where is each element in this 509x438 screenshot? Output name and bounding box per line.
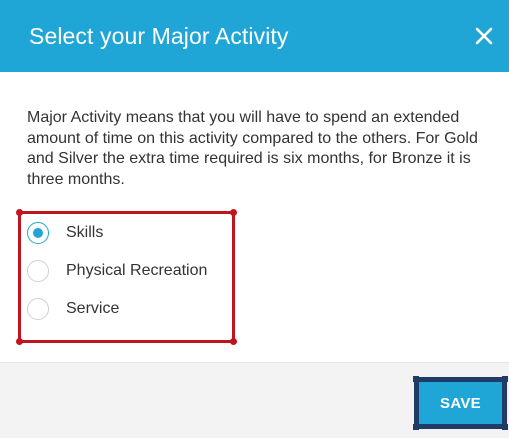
option-label: Physical Recreation <box>66 262 208 279</box>
dialog-description: Major Activity means that you will have … <box>27 109 478 188</box>
option-label: Skills <box>66 224 104 241</box>
selection-handle <box>230 209 237 216</box>
close-icon <box>475 27 493 45</box>
save-button[interactable]: SAVE <box>419 382 502 424</box>
save-button-frame: SAVE <box>413 376 508 430</box>
service-radio[interactable] <box>27 298 49 320</box>
option-label: Service <box>66 300 120 317</box>
close-button[interactable] <box>471 23 497 49</box>
dialog-header: Select your Major Activity <box>0 0 509 72</box>
major-activity-dialog: Select your Major Activity Major Activit… <box>0 0 509 438</box>
activity-options-group: Skills Physical Recreation Service <box>16 209 237 345</box>
option-service[interactable]: Service <box>27 298 119 320</box>
selection-handle <box>16 338 23 345</box>
selection-handle <box>502 424 508 430</box>
radio-selected-dot <box>33 228 43 238</box>
option-physical-recreation[interactable]: Physical Recreation <box>27 260 207 282</box>
selection-handle <box>502 376 508 382</box>
physical-recreation-radio[interactable] <box>27 260 49 282</box>
skills-radio[interactable] <box>27 222 49 244</box>
selection-handle <box>413 376 419 382</box>
dialog-title: Select your Major Activity <box>29 22 289 49</box>
selection-handle <box>413 424 419 430</box>
selection-handle <box>16 209 23 216</box>
selection-handle <box>230 338 237 345</box>
option-skills[interactable]: Skills <box>27 222 103 244</box>
